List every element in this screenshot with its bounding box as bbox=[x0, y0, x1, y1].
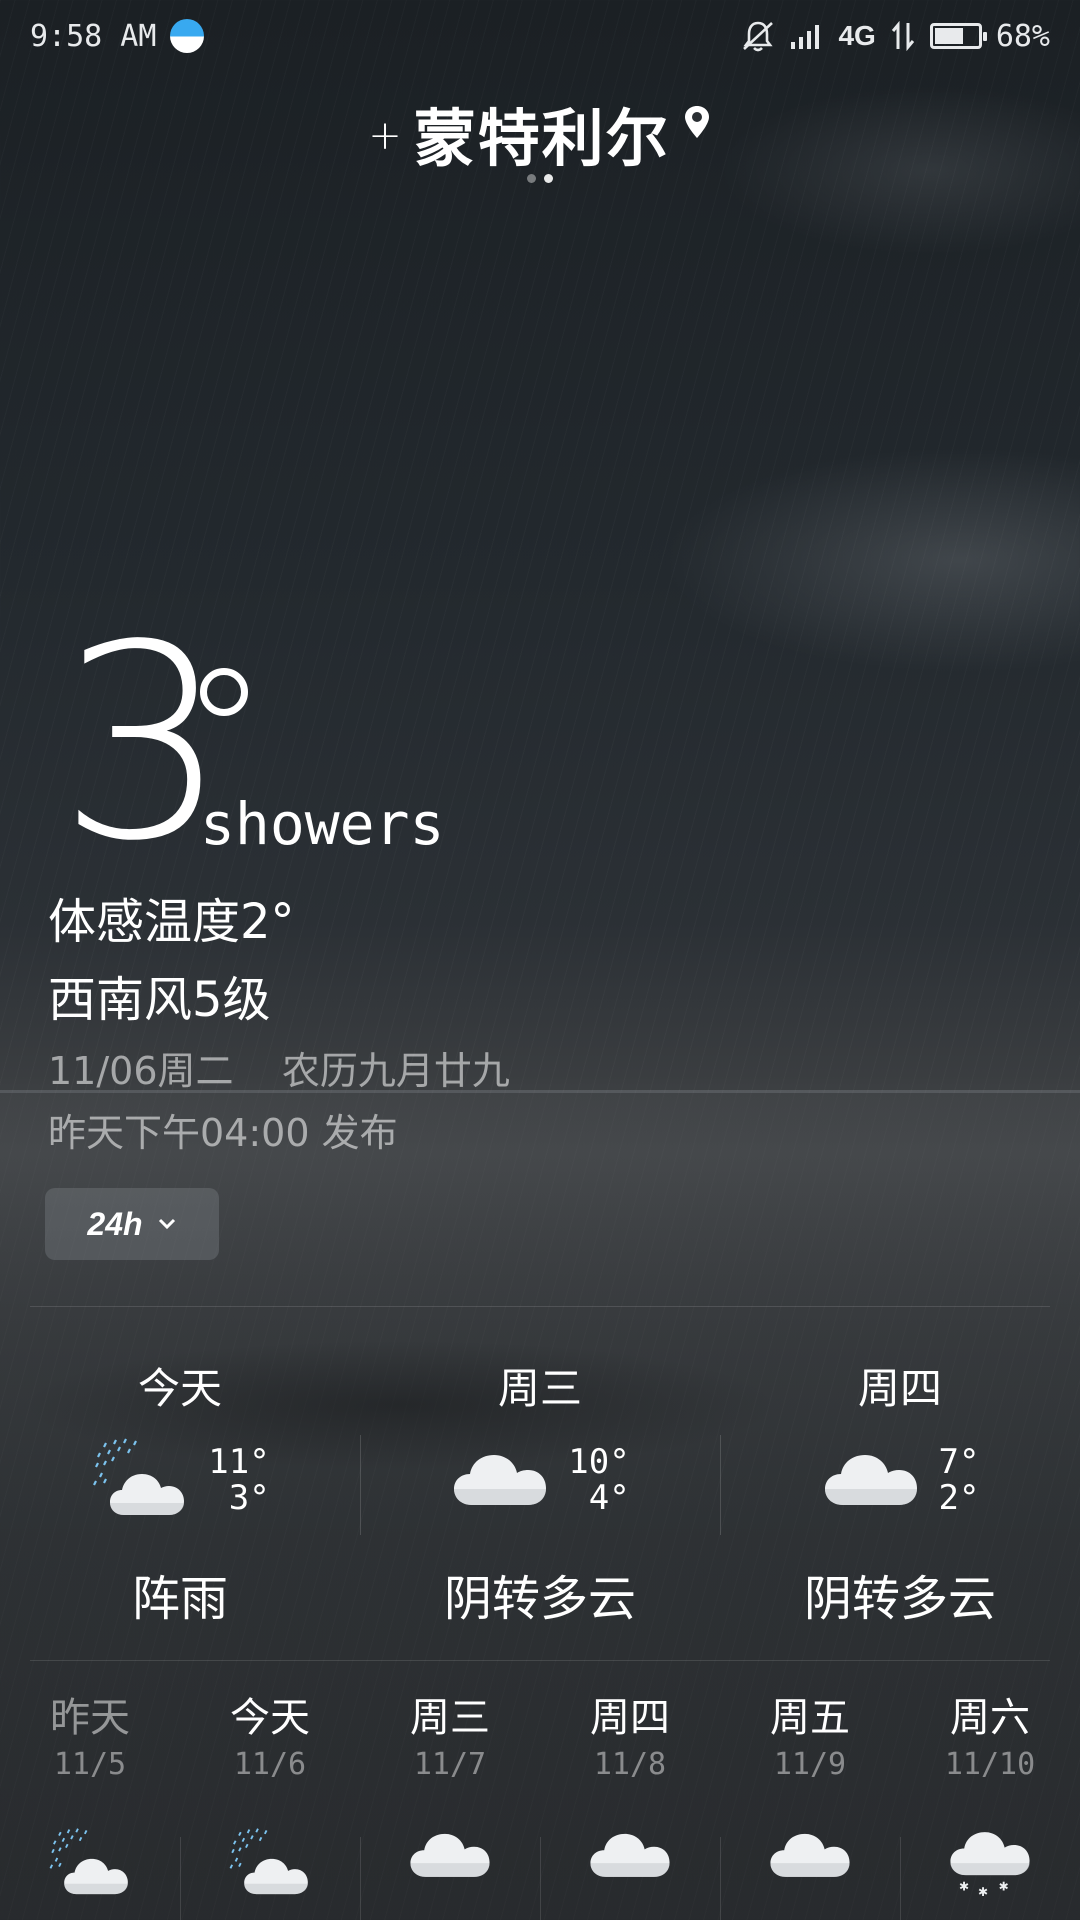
page-dot bbox=[544, 174, 553, 183]
svg-text:✱: ✱ bbox=[999, 1880, 1009, 1894]
low-temp: 2° bbox=[938, 1478, 980, 1518]
section-divider bbox=[30, 1660, 1050, 1661]
section-divider bbox=[30, 1306, 1050, 1307]
battery-level bbox=[934, 28, 964, 44]
location-pin-icon bbox=[684, 106, 709, 138]
publish-time: 昨天下午04:00 发布 bbox=[48, 1111, 398, 1155]
current-temperature: 3 bbox=[58, 588, 228, 900]
current-condition: showers bbox=[200, 790, 445, 858]
week-day-date: 11/9 bbox=[773, 1747, 847, 1782]
page-dot bbox=[527, 174, 536, 183]
week-day-column[interactable]: 周三 11/7 bbox=[360, 1685, 540, 1920]
week-day-date: 11/10 bbox=[944, 1747, 1036, 1782]
day-forecast-card[interactable]: 今天 11° 3° 阵雨 bbox=[0, 1355, 360, 1629]
rain-cloud-icon bbox=[180, 1827, 360, 1898]
day-name: 周四 bbox=[857, 1364, 942, 1413]
week-day-date: 11/7 bbox=[413, 1747, 487, 1782]
hourly-forecast-toggle[interactable]: 24h bbox=[45, 1188, 219, 1260]
week-day-column[interactable]: 周五 11/9 bbox=[720, 1685, 900, 1920]
week-day-name: 周六 bbox=[950, 1695, 1030, 1741]
signal-icon bbox=[790, 22, 824, 50]
date-lunar: 11/06周二 农历九月廿九 bbox=[48, 1049, 510, 1093]
week-day-column[interactable]: 周四 11/8 bbox=[540, 1685, 720, 1920]
status-time: 9:58 AM bbox=[30, 18, 157, 54]
cloud-icon bbox=[540, 1827, 720, 1880]
day-name: 周三 bbox=[497, 1364, 582, 1413]
week-day-name: 周四 bbox=[590, 1695, 670, 1741]
day-forecast-card[interactable]: 周三 10° 4° 阴转多云 bbox=[360, 1355, 720, 1629]
week-day-column[interactable]: 周六 11/10 ✱ ✱ ✱ bbox=[900, 1685, 1080, 1920]
rain-cloud-icon bbox=[0, 1827, 180, 1898]
degree-symbol bbox=[200, 668, 248, 716]
week-day-date: 11/8 bbox=[593, 1747, 667, 1782]
week-day-date: 11/5 bbox=[53, 1747, 127, 1782]
cloud-icon bbox=[720, 1827, 900, 1880]
week-day-column[interactable]: 今天 11/6 bbox=[180, 1685, 360, 1920]
week-day-name: 周三 bbox=[410, 1695, 490, 1741]
day-condition: 阴转多云 bbox=[803, 1571, 996, 1627]
battery-percent: 68% bbox=[995, 18, 1050, 54]
high-temp: 7° bbox=[938, 1442, 980, 1482]
mute-bell-icon bbox=[740, 19, 776, 53]
cloud-icon bbox=[450, 1447, 550, 1513]
hourly-toggle-label: 24h bbox=[87, 1205, 143, 1242]
chevron-down-icon bbox=[158, 1218, 175, 1230]
day-condition: 阴转多云 bbox=[443, 1571, 636, 1627]
data-transfer-icon bbox=[890, 21, 916, 51]
day-forecast-card[interactable]: 周四 7° 2° 阴转多云 bbox=[720, 1355, 1080, 1629]
week-day-name: 周五 bbox=[770, 1695, 850, 1741]
week-day-date: 11/6 bbox=[233, 1747, 307, 1782]
wind-info: 西南风5级 bbox=[48, 972, 271, 1028]
weekly-forecast: 昨天 11/5 今天 11/6 周三 11/7 周四 11/8 周五 11/9 … bbox=[0, 1685, 1080, 1920]
day-name: 今天 bbox=[137, 1364, 222, 1413]
cloud-icon bbox=[821, 1447, 921, 1513]
network-type: 4G bbox=[838, 20, 876, 51]
cloud-icon bbox=[360, 1827, 540, 1880]
day-condition: 阵雨 bbox=[131, 1571, 228, 1627]
weather-app-icon bbox=[170, 19, 205, 53]
feels-like-temperature: 体感温度2° bbox=[48, 894, 295, 950]
high-temp: 10° bbox=[568, 1442, 630, 1482]
three-day-forecast: 今天 11° 3° 阵雨 周三 10° 4° 阴转多云 周四 7° 2° 阴转多… bbox=[0, 1355, 1080, 1629]
week-day-name: 昨天 bbox=[50, 1695, 130, 1741]
page-indicator bbox=[0, 174, 1080, 183]
city-header: + 蒙特利尔 bbox=[0, 88, 1080, 178]
snow-cloud-icon: ✱ ✱ ✱ bbox=[900, 1827, 1080, 1898]
rain-cloud-icon bbox=[90, 1437, 190, 1523]
high-temp: 11° bbox=[208, 1442, 270, 1482]
week-day-column[interactable]: 昨天 11/5 bbox=[0, 1685, 180, 1898]
status-bar: 9:58 AM 4G 68% bbox=[0, 0, 1080, 72]
add-city-button[interactable]: + bbox=[368, 113, 402, 159]
week-day-name: 今天 bbox=[230, 1695, 310, 1741]
svg-text:✱: ✱ bbox=[978, 1885, 988, 1898]
svg-text:✱: ✱ bbox=[959, 1880, 969, 1894]
city-name[interactable]: 蒙特利尔 bbox=[414, 88, 670, 178]
low-temp: 4° bbox=[588, 1478, 630, 1518]
battery-icon bbox=[929, 23, 987, 49]
low-temp: 3° bbox=[228, 1478, 270, 1518]
